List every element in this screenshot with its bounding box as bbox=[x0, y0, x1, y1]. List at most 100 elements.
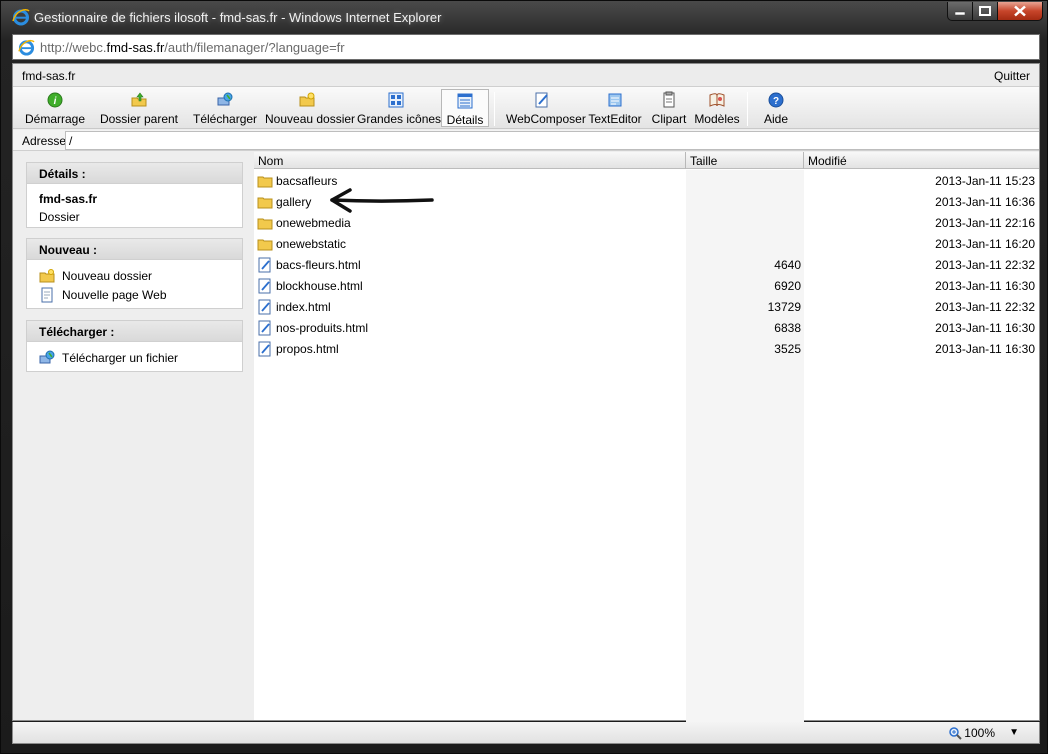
file-name: index.html bbox=[276, 300, 331, 314]
file-modified: 2013-Jan-11 16:20 bbox=[935, 237, 1035, 251]
browser-window: Gestionnaire de fichiers ilosoft - fmd-s… bbox=[0, 0, 1048, 754]
telecharger-fichier-link[interactable]: Télécharger un fichier bbox=[39, 348, 242, 367]
details-label: Détails bbox=[446, 113, 484, 127]
texteditor-button[interactable]: TextEditor bbox=[587, 89, 643, 127]
upload-computer-icon bbox=[217, 92, 233, 106]
maximize-button[interactable] bbox=[972, 2, 998, 21]
file-row[interactable]: propos.html 3525 2013-Jan-11 16:30 bbox=[254, 338, 1039, 359]
file-name: onewebstatic bbox=[276, 237, 347, 251]
html-file-icon bbox=[258, 299, 271, 315]
text-editor-icon bbox=[608, 93, 622, 107]
nouvelle-page-web-link-label: Nouvelle page Web bbox=[62, 287, 167, 302]
close-icon bbox=[1014, 5, 1026, 17]
file-modified: 2013-Jan-11 15:23 bbox=[935, 174, 1035, 188]
new-folder-icon bbox=[39, 268, 55, 282]
dossier-parent-label: Dossier parent bbox=[99, 112, 179, 126]
grandes-icones-button[interactable]: Grandes icônes bbox=[357, 89, 442, 127]
file-row[interactable]: onewebstatic 2013-Jan-11 16:20 bbox=[254, 233, 1039, 254]
zoom-magnifier-icon bbox=[949, 727, 963, 740]
window-title: Gestionnaire de fichiers ilosoft - fmd-s… bbox=[34, 10, 442, 25]
file-name: gallery bbox=[276, 195, 312, 209]
path-input[interactable]: / bbox=[65, 131, 1039, 150]
webcomposer-button[interactable]: WebComposer bbox=[506, 89, 586, 127]
file-name: nos-produits.html bbox=[276, 321, 369, 335]
clipart-button[interactable]: Clipart bbox=[649, 89, 689, 127]
telecharger-box-body: Télécharger un fichier bbox=[27, 342, 242, 373]
file-row[interactable]: blockhouse.html 6920 2013-Jan-11 16:30 bbox=[254, 275, 1039, 296]
path-label: Adresse bbox=[22, 134, 67, 148]
details-item-type: Dossier bbox=[39, 210, 80, 224]
file-name: blockhouse.html bbox=[276, 279, 363, 293]
grandes-icones-label: Grandes icônes bbox=[357, 112, 442, 126]
file-modified: 2013-Jan-11 22:32 bbox=[935, 300, 1035, 314]
file-row[interactable]: bacs-fleurs.html 4640 2013-Jan-11 22:32 bbox=[254, 254, 1039, 275]
file-size: 6838 bbox=[774, 321, 801, 335]
zoom-dropdown-icon[interactable]: ▼ bbox=[1009, 727, 1019, 738]
column-taille[interactable]: Taille bbox=[686, 152, 804, 169]
file-name: onewebmedia bbox=[276, 216, 351, 230]
html-file-icon bbox=[258, 257, 271, 273]
nouveau-dossier-button[interactable]: Nouveau dossier bbox=[265, 89, 356, 127]
modeles-button[interactable]: Modèles bbox=[693, 89, 741, 127]
zoom-control[interactable]: 100% bbox=[948, 726, 995, 740]
maximize-icon bbox=[979, 6, 991, 16]
file-modified: 2013-Jan-11 22:32 bbox=[935, 258, 1035, 272]
file-list: Nom Taille Modifié bacsafleurs 2013-Jan-… bbox=[254, 152, 1039, 722]
aide-button[interactable]: ? Aide bbox=[759, 89, 793, 127]
file-row[interactable]: nos-produits.html 6838 2013-Jan-11 16:30 bbox=[254, 317, 1039, 338]
upload-computer-icon bbox=[39, 350, 55, 363]
nouveau-dossier-link-label: Nouveau dossier bbox=[62, 268, 153, 283]
window-controls bbox=[947, 2, 1043, 21]
folder-icon bbox=[257, 176, 273, 188]
svg-text:?: ? bbox=[773, 96, 779, 107]
quit-link[interactable]: Quitter bbox=[994, 69, 1030, 83]
file-modified: 2013-Jan-11 16:36 bbox=[935, 195, 1035, 209]
file-name: propos.html bbox=[276, 342, 339, 356]
html-file-icon bbox=[258, 278, 271, 294]
folder-icon bbox=[257, 239, 273, 251]
file-row[interactable]: index.html 13729 2013-Jan-11 22:32 bbox=[254, 296, 1039, 317]
demarrage-button[interactable]: i Démarrage bbox=[21, 89, 89, 127]
nouveau-dossier-label: Nouveau dossier bbox=[265, 112, 356, 126]
nouveau-box-title: Nouveau : bbox=[27, 239, 242, 260]
annotation-arrow-icon bbox=[330, 188, 434, 213]
close-button[interactable] bbox=[997, 2, 1043, 21]
new-page-icon bbox=[41, 287, 53, 302]
nouvelle-page-web-link[interactable]: Nouvelle page Web bbox=[39, 285, 242, 304]
file-modified: 2013-Jan-11 16:30 bbox=[935, 321, 1035, 335]
url-bar[interactable]: http://webc.fmd-sas.fr/auth/filemanager/… bbox=[12, 34, 1040, 60]
file-modified: 2013-Jan-11 16:30 bbox=[935, 279, 1035, 293]
file-size: 3525 bbox=[774, 342, 801, 356]
column-modifie[interactable]: Modifié bbox=[804, 152, 1039, 169]
html-file-icon bbox=[258, 341, 271, 357]
telecharger-fichier-link-label: Télécharger un fichier bbox=[62, 350, 179, 365]
aide-label: Aide bbox=[763, 112, 789, 126]
folder-up-icon bbox=[131, 92, 147, 107]
telecharger-box-title: Télécharger : bbox=[27, 321, 242, 342]
details-view-button[interactable]: Détails bbox=[441, 89, 489, 127]
url-suffix: /auth/filemanager/?language=fr bbox=[164, 40, 345, 55]
file-size: 6920 bbox=[774, 279, 801, 293]
large-icons-view-icon bbox=[388, 92, 404, 108]
minimize-button[interactable] bbox=[947, 2, 973, 21]
url-domain: fmd-sas.fr bbox=[106, 40, 165, 55]
help-icon: ? bbox=[768, 92, 784, 108]
modeles-label: Modèles bbox=[694, 112, 740, 126]
app-header: fmd-sas.fr Quitter bbox=[13, 64, 1039, 87]
nouveau-dossier-link[interactable]: Nouveau dossier bbox=[39, 266, 242, 285]
file-size: 13729 bbox=[767, 300, 801, 314]
toolbar: i Démarrage Dossier parent Télécharger N… bbox=[13, 87, 1039, 129]
minimize-icon bbox=[955, 11, 965, 15]
details-box-body: fmd-sas.fr Dossier bbox=[27, 184, 242, 230]
details-view-icon bbox=[457, 93, 473, 109]
dossier-parent-button[interactable]: Dossier parent bbox=[99, 89, 179, 127]
file-row[interactable]: onewebmedia 2013-Jan-11 22:16 bbox=[254, 212, 1039, 233]
file-modified: 2013-Jan-11 22:16 bbox=[935, 216, 1035, 230]
folder-icon bbox=[257, 197, 273, 209]
details-box: Détails : fmd-sas.fr Dossier bbox=[26, 162, 243, 228]
file-name: bacs-fleurs.html bbox=[276, 258, 361, 272]
column-nom[interactable]: Nom bbox=[254, 152, 686, 169]
title-bar[interactable]: Gestionnaire de fichiers ilosoft - fmd-s… bbox=[1, 1, 1047, 33]
telecharger-button[interactable]: Télécharger bbox=[193, 89, 257, 127]
clipart-icon bbox=[663, 91, 675, 108]
